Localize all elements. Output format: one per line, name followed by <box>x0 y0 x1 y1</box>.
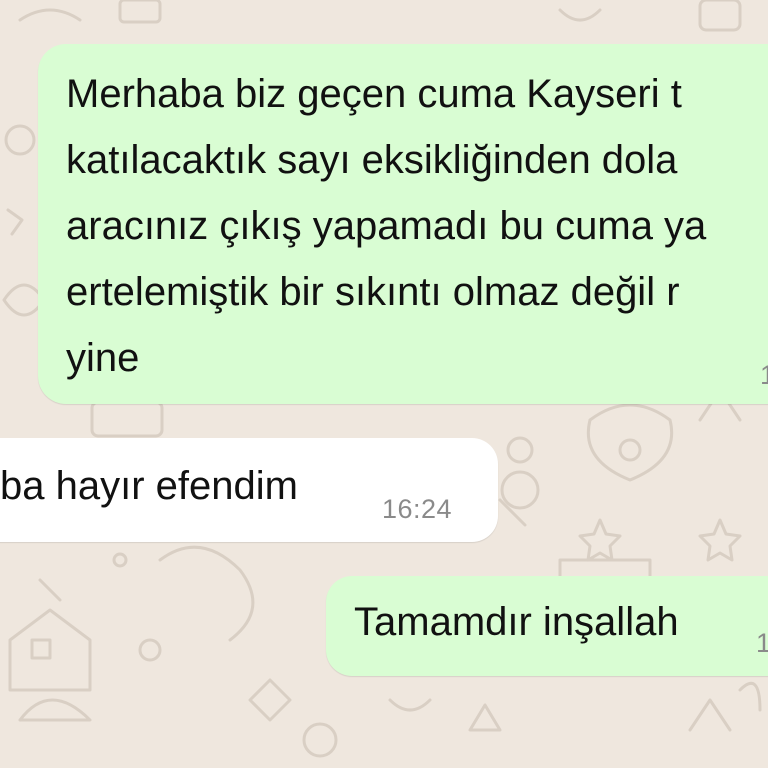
message-line: aracınız çıkış yapamadı bu cuma ya <box>66 204 707 248</box>
message-line: ertelemiştik bir sıkıntı olmaz değil r <box>66 270 680 314</box>
message-line: Merhaba biz geçen cuma Kayseri t <box>66 72 682 116</box>
message-line: katılacaktık sayı eksikliğinden dola <box>66 138 678 182</box>
message-timestamp: 1 <box>756 628 768 658</box>
message-timestamp: 1 <box>760 360 768 391</box>
incoming-message-bubble[interactable]: ba hayır efendim 16:24 <box>0 438 498 542</box>
outgoing-message-bubble[interactable]: Merhaba biz geçen cuma Kayseri t katılac… <box>38 44 768 404</box>
message-text: Tamamdır inşallah <box>354 600 679 644</box>
message-line: yine <box>66 336 140 380</box>
message-timestamp: 16:24 <box>382 494 453 524</box>
message-text: ba hayır efendim <box>0 464 298 508</box>
outgoing-message-bubble[interactable]: Tamamdır inşallah 1 <box>326 576 768 676</box>
